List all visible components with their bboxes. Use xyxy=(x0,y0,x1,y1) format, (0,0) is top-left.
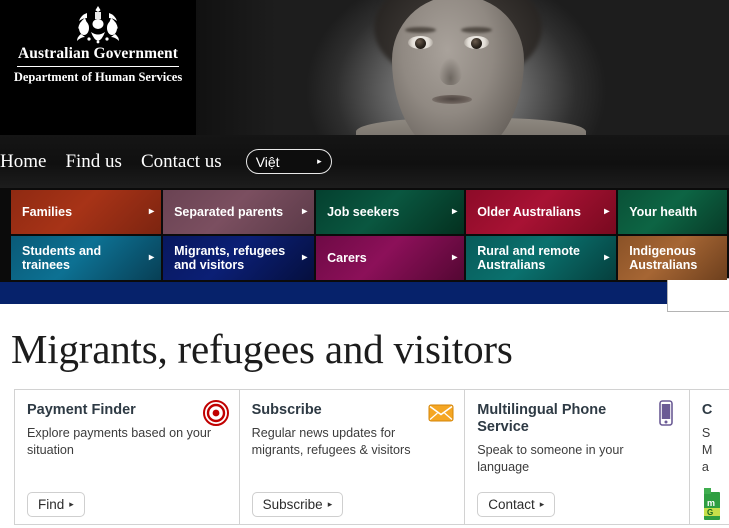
chevron-right-icon: ▸ xyxy=(69,499,74,509)
department-title: Department of Human Services xyxy=(13,70,183,84)
tile-label: Carers xyxy=(327,251,367,265)
contact-button-label: Contact xyxy=(488,497,535,512)
target-bullseye-icon xyxy=(202,400,229,426)
subscribe-button[interactable]: Subscribe ▸ xyxy=(251,492,344,517)
mygov-badge-icon: m G xyxy=(703,488,720,520)
chevron-right-icon: ▸ xyxy=(302,206,308,217)
card-title: Payment Finder xyxy=(27,402,136,418)
tile-row-1: Families ▸ Separated parents ▸ Job seeke… xyxy=(0,190,729,234)
chevron-right-icon: ▸ xyxy=(539,499,545,509)
site-banner: Australian Government Department of Huma… xyxy=(0,0,729,135)
chevron-right-icon: ▸ xyxy=(452,206,458,217)
tile-carers[interactable]: Carers ▸ xyxy=(316,236,465,280)
card-title: C xyxy=(701,402,713,418)
branding-divider xyxy=(17,66,179,67)
tile-families[interactable]: Families ▸ xyxy=(11,190,162,234)
tile-label: Separated parents xyxy=(174,205,284,219)
find-button-label: Find xyxy=(38,497,65,512)
tile-indigenous-australians[interactable]: Indigenous Australians xyxy=(618,236,727,280)
tile-migrants-refugees-and-visitors[interactable]: Migrants, refugees and visitors ▸ xyxy=(163,236,315,280)
tile-job-seekers[interactable]: Job seekers ▸ xyxy=(316,190,465,234)
card-mygov-partial[interactable]: C S M a m G xyxy=(690,390,729,524)
svg-text:G: G xyxy=(707,508,713,517)
card-title: Multilingual Phone Service xyxy=(477,402,607,435)
contact-button[interactable]: Contact ▸ xyxy=(477,492,556,517)
card-multilingual-phone-service[interactable]: Multilingual Phone Service Speak to some… xyxy=(465,390,690,524)
chevron-right-icon: ▸ xyxy=(302,252,308,263)
top-nav-links: Home Find us Contact us Việt ▸ xyxy=(0,135,332,188)
chevron-right-icon: ▸ xyxy=(149,252,155,263)
search-input[interactable] xyxy=(667,278,729,312)
page-title: Migrants, refugees and visitors xyxy=(11,326,513,372)
tile-label: Job seekers xyxy=(327,205,400,219)
government-branding[interactable]: Australian Government Department of Huma… xyxy=(0,0,196,135)
tile-older-australians[interactable]: Older Australians ▸ xyxy=(466,190,617,234)
card-description: Explore payments based on your situation xyxy=(27,426,212,457)
tile-your-health[interactable]: Your health xyxy=(618,190,727,234)
top-navigation-bar: Home Find us Contact us Việt ▸ xyxy=(0,135,729,312)
chevron-right-icon: ▸ xyxy=(149,206,155,217)
language-selector-button[interactable]: Việt ▸ xyxy=(245,149,332,174)
card-description-line-3: a xyxy=(701,460,709,474)
envelope-icon xyxy=(428,404,454,422)
subscribe-button-label: Subscribe xyxy=(262,497,323,512)
card-subscribe[interactable]: Subscribe Regular news updates for migra… xyxy=(240,390,466,524)
chevron-right-icon: ▸ xyxy=(452,252,458,263)
tile-label: Your health xyxy=(629,205,698,219)
card-description: Regular news updates for migrants, refug… xyxy=(251,426,411,457)
card-description-line-1: S xyxy=(701,426,711,440)
banner-photograph xyxy=(196,0,729,135)
tile-label: Migrants, refugees and visitors xyxy=(174,244,286,272)
tile-label: Indigenous Australians xyxy=(629,244,698,272)
card-description: Speak to someone in your language xyxy=(477,443,624,474)
find-button[interactable]: Find ▸ xyxy=(27,492,85,517)
chevron-right-icon: ▸ xyxy=(604,206,610,217)
coat-of-arms-icon xyxy=(77,6,119,44)
nav-link-home[interactable]: Home xyxy=(0,151,46,173)
nav-link-contact-us[interactable]: Contact us xyxy=(141,151,222,173)
language-selector-label: Việt xyxy=(255,153,280,170)
chevron-right-icon: ▸ xyxy=(604,252,610,263)
category-tile-menu: Families ▸ Separated parents ▸ Job seeke… xyxy=(0,188,729,282)
tile-label: Rural and remote Australians xyxy=(477,244,581,272)
nav-link-find-us[interactable]: Find us xyxy=(65,151,122,173)
chevron-right-icon: ▸ xyxy=(327,499,333,509)
svg-text:m: m xyxy=(707,498,715,508)
mobile-phone-icon xyxy=(659,400,673,426)
card-title: Subscribe xyxy=(251,402,322,418)
government-title: Australian Government xyxy=(17,45,179,62)
tile-label: Families xyxy=(22,205,73,219)
tile-label: Older Australians xyxy=(477,205,581,219)
quick-links-card-strip: Payment Finder Explore payments based on… xyxy=(14,389,729,525)
section-divider-bar xyxy=(0,282,729,304)
tile-row-2: Students and trainees ▸ Migrants, refuge… xyxy=(0,236,729,280)
card-payment-finder[interactable]: Payment Finder Explore payments based on… xyxy=(15,390,240,524)
tile-rural-and-remote-australians[interactable]: Rural and remote Australians ▸ xyxy=(466,236,617,280)
tile-students-and-trainees[interactable]: Students and trainees ▸ xyxy=(11,236,162,280)
tile-separated-parents[interactable]: Separated parents ▸ xyxy=(163,190,315,234)
card-description-line-2: M xyxy=(701,443,713,457)
tile-label: Students and trainees xyxy=(22,244,102,272)
chevron-right-icon: ▸ xyxy=(317,156,322,166)
